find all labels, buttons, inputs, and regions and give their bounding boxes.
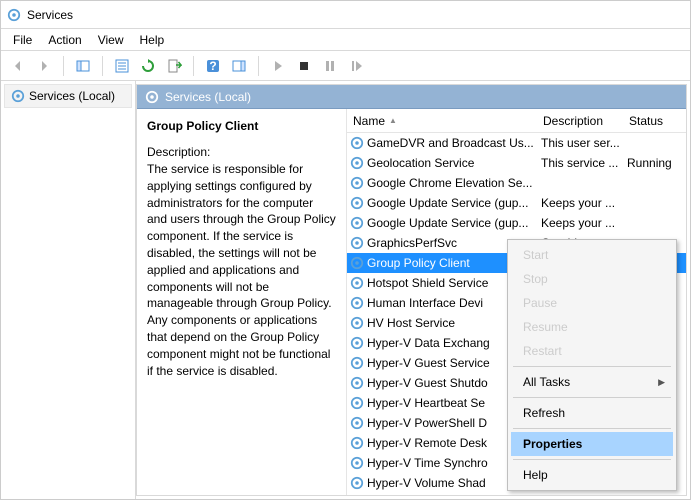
service-row[interactable]: Google Chrome Elevation Se...: [347, 173, 686, 193]
ctx-properties[interactable]: Properties: [511, 432, 673, 456]
row-name: GameDVR and Broadcast Us...: [365, 136, 537, 150]
detail-pane: Group Policy Client Description: The ser…: [137, 109, 347, 495]
pause-service-button[interactable]: [319, 55, 341, 77]
ctx-separator: [513, 459, 671, 460]
ctx-stop[interactable]: Stop: [511, 267, 673, 291]
menu-file[interactable]: File: [13, 33, 32, 47]
restart-service-button[interactable]: [345, 55, 367, 77]
toolbar-separator: [102, 56, 103, 76]
gear-icon: [350, 296, 364, 310]
chevron-right-icon: ▶: [658, 377, 665, 388]
gear-icon: [350, 216, 364, 230]
show-hide-tree-button[interactable]: [72, 55, 94, 77]
row-name: Google Chrome Elevation Se...: [365, 176, 537, 190]
body: Services (Local) Services (Local) Group …: [1, 81, 690, 499]
service-row[interactable]: Geolocation ServiceThis service ...Runni…: [347, 153, 686, 173]
pane-header: Services (Local): [137, 85, 686, 109]
row-name: Geolocation Service: [365, 156, 537, 170]
menu-bar: File Action View Help: [1, 29, 690, 51]
gear-icon: [350, 396, 364, 410]
col-status[interactable]: Status: [623, 114, 686, 128]
refresh-button[interactable]: [137, 55, 159, 77]
gear-icon: [350, 336, 364, 350]
toolbar-separator: [63, 56, 64, 76]
gear-icon: [350, 316, 364, 330]
row-desc: This user ser...: [537, 136, 623, 150]
gear-icon: [350, 156, 364, 170]
gear-icon: [350, 456, 364, 470]
ctx-separator: [513, 428, 671, 429]
toolbar-separator: [258, 56, 259, 76]
row-desc: Keeps your ...: [537, 216, 623, 230]
row-name: Google Update Service (gup...: [365, 216, 537, 230]
ctx-restart[interactable]: Restart: [511, 339, 673, 363]
export-button[interactable]: [163, 55, 185, 77]
row-status: Running: [623, 156, 686, 170]
tree-node-label: Services (Local): [29, 89, 115, 103]
tree-pane: Services (Local): [1, 81, 136, 499]
title-bar: Services: [1, 1, 690, 29]
gear-icon: [350, 256, 364, 270]
action-pane-button[interactable]: [228, 55, 250, 77]
service-row[interactable]: Google Update Service (gup...Keeps your …: [347, 193, 686, 213]
gear-icon: [350, 136, 364, 150]
svg-text:?: ?: [209, 59, 216, 73]
service-row[interactable]: Google Update Service (gup...Keeps your …: [347, 213, 686, 233]
ctx-refresh[interactable]: Refresh: [511, 401, 673, 425]
context-menu: Start Stop Pause Resume Restart All Task…: [507, 239, 677, 491]
ctx-resume[interactable]: Resume: [511, 315, 673, 339]
col-name[interactable]: Name▲: [347, 114, 537, 128]
gear-icon: [350, 236, 364, 250]
gear-icon: [350, 376, 364, 390]
ctx-separator: [513, 397, 671, 398]
row-desc: Keeps your ...: [537, 196, 623, 210]
gear-icon: [11, 89, 25, 103]
list-header: Name▲ Description Status: [347, 109, 686, 133]
pane-title: Services (Local): [165, 90, 251, 104]
gear-icon: [350, 276, 364, 290]
ctx-pause[interactable]: Pause: [511, 291, 673, 315]
properties-button[interactable]: [111, 55, 133, 77]
sort-asc-icon: ▲: [389, 116, 397, 125]
detail-desc-label: Description:: [147, 145, 336, 159]
menu-view[interactable]: View: [98, 33, 124, 47]
ctx-all-tasks[interactable]: All Tasks▶: [511, 370, 673, 394]
menu-action[interactable]: Action: [48, 33, 81, 47]
col-description[interactable]: Description: [537, 114, 623, 128]
forward-button[interactable]: [33, 55, 55, 77]
toolbar: ?: [1, 51, 690, 81]
service-row[interactable]: GameDVR and Broadcast Us...This user ser…: [347, 133, 686, 153]
detail-title: Group Policy Client: [147, 119, 336, 133]
row-name: Google Update Service (gup...: [365, 196, 537, 210]
detail-desc: The service is responsible for applying …: [147, 161, 336, 379]
ctx-start[interactable]: Start: [511, 243, 673, 267]
gear-icon: [350, 176, 364, 190]
services-icon: [7, 8, 21, 22]
back-button[interactable]: [7, 55, 29, 77]
start-service-button[interactable]: [267, 55, 289, 77]
ctx-help[interactable]: Help: [511, 463, 673, 487]
service-list: Name▲ Description Status GameDVR and Bro…: [347, 109, 686, 495]
gear-icon: [350, 476, 364, 490]
help-button[interactable]: ?: [202, 55, 224, 77]
tree-node-services-local[interactable]: Services (Local): [4, 84, 132, 108]
window-title: Services: [27, 8, 73, 22]
menu-help[interactable]: Help: [140, 33, 165, 47]
gear-icon: [350, 436, 364, 450]
right-pane: Services (Local) Group Policy Client Des…: [136, 84, 687, 496]
toolbar-separator: [193, 56, 194, 76]
gear-icon: [350, 416, 364, 430]
ctx-separator: [513, 366, 671, 367]
gear-icon: [350, 196, 364, 210]
gear-icon: [145, 90, 159, 104]
row-desc: This service ...: [537, 156, 623, 170]
gear-icon: [350, 356, 364, 370]
stop-service-button[interactable]: [293, 55, 315, 77]
